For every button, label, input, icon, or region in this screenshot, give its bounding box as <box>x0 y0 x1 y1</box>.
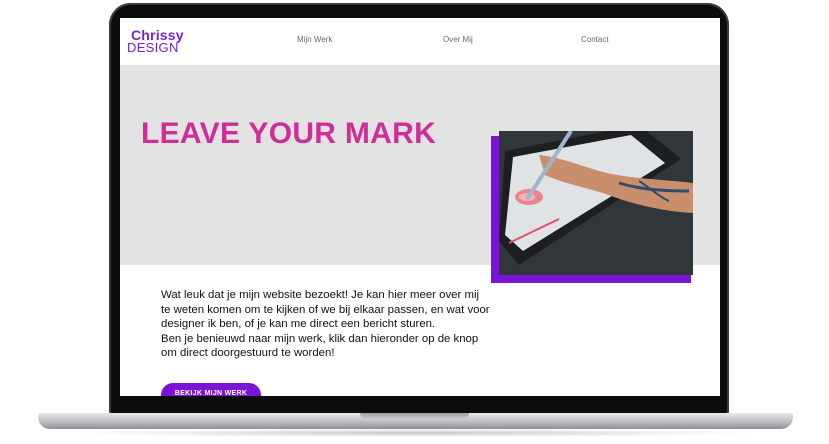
laptop-shadow <box>70 429 760 437</box>
nav-link-over-mij[interactable]: Over Mij <box>443 35 473 44</box>
laptop-screen: Chrissy DESIGN Mijn Werk Over Mij Contac… <box>120 18 720 396</box>
laptop-mockup: Chrissy DESIGN Mijn Werk Over Mij Contac… <box>0 0 829 444</box>
tablet-drawing-illustration <box>499 131 693 275</box>
intro-text: Wat leuk dat je mijn website bezoekt! Je… <box>161 288 491 361</box>
chrissy-design-logo[interactable]: Chrissy DESIGN <box>127 28 197 56</box>
intro-paragraph-2: Ben je benieuwd naar mijn werk, klik dan… <box>161 332 479 360</box>
logo-line-2: DESIGN <box>127 40 179 55</box>
nav-link-mijn-werk[interactable]: Mijn Werk <box>297 35 332 44</box>
intro-paragraph-1: Wat leuk dat je mijn website bezoekt! Je… <box>161 289 490 331</box>
site-header: Chrissy DESIGN Mijn Werk Over Mij Contac… <box>120 18 720 65</box>
hero-title: LEAVE YOUR MARK <box>141 117 437 151</box>
nav-link-contact[interactable]: Contact <box>581 35 609 44</box>
view-work-button[interactable]: BEKIJK MIJN WERK <box>161 383 261 396</box>
laptop-opening-notch <box>360 413 469 419</box>
hero-photo-drawing-tablet <box>499 131 693 275</box>
